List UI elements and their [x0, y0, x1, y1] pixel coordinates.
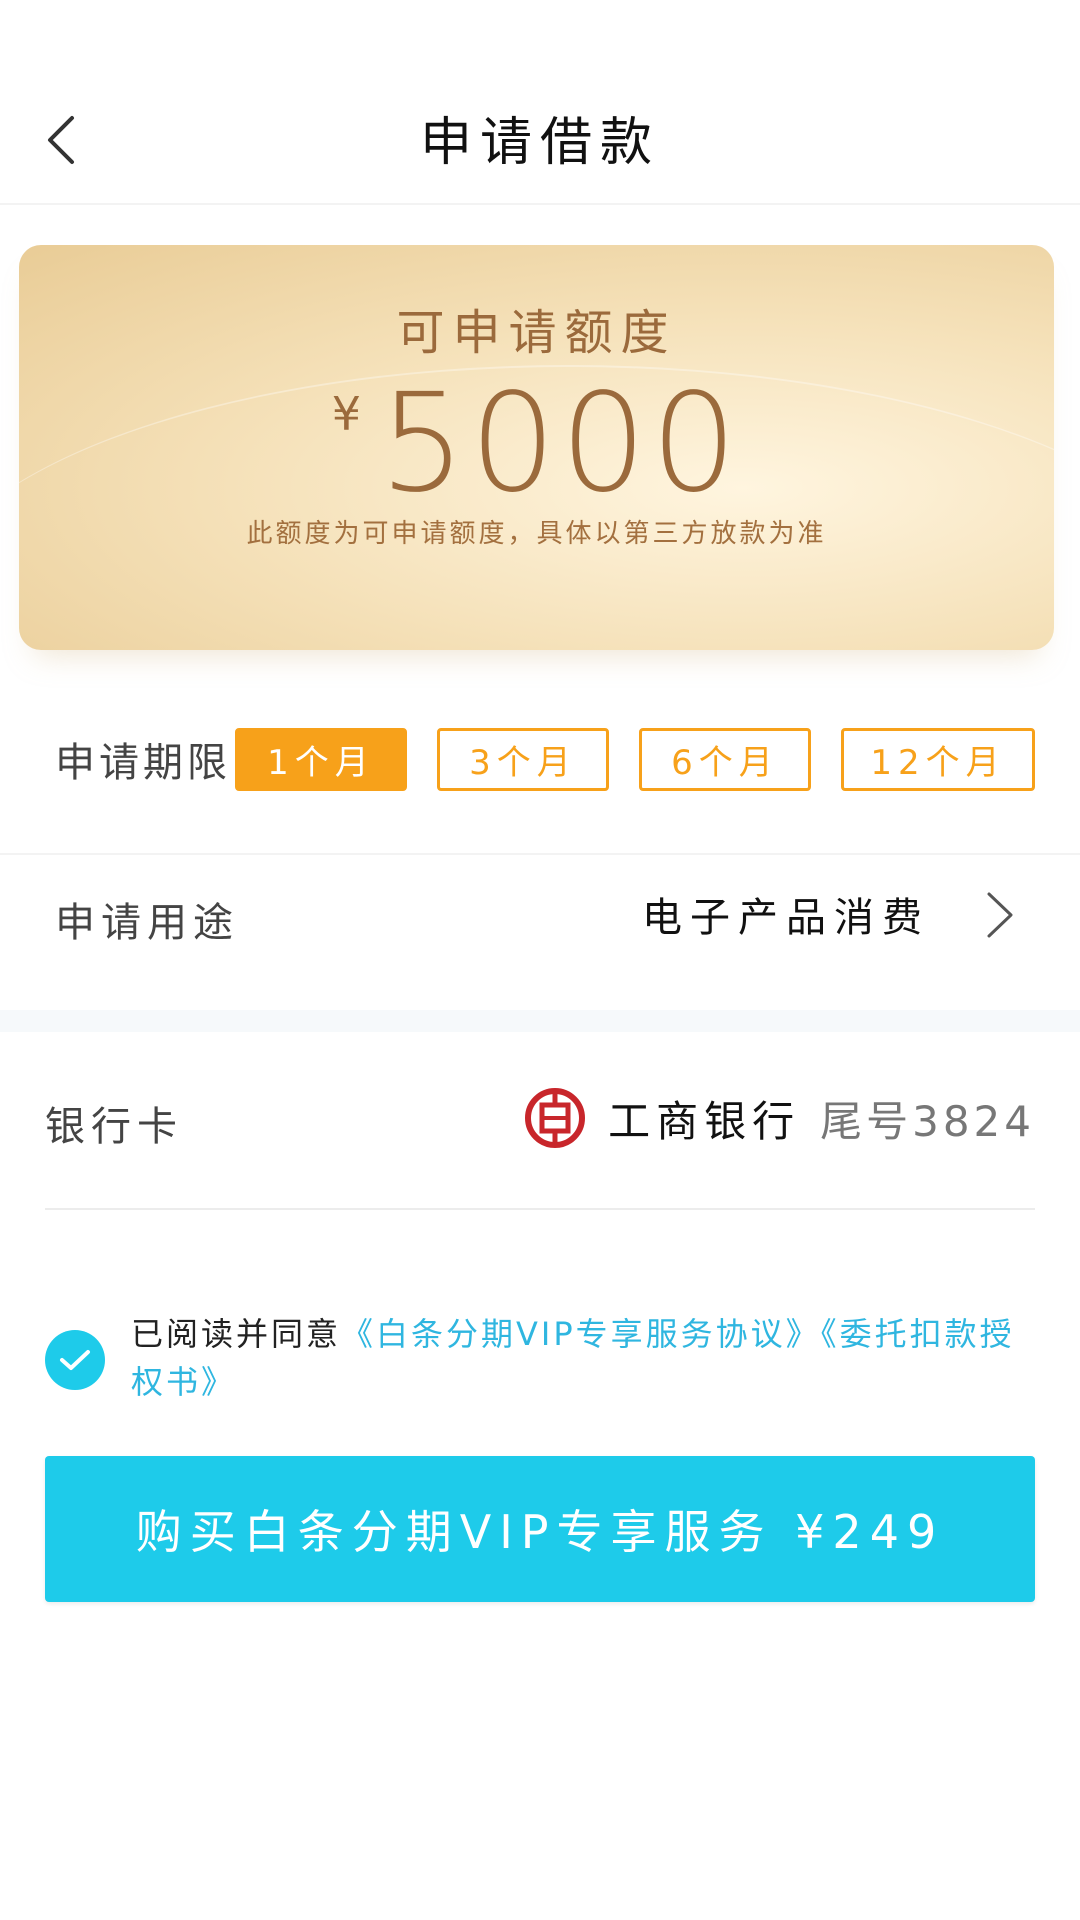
agreement-prefix: 已阅读并同意: [131, 1315, 342, 1353]
term-option-12-months[interactable]: 12个月: [841, 728, 1035, 791]
icbc-logo-icon: [525, 1088, 586, 1148]
quota-value: 5000: [379, 365, 742, 523]
page-title: 申请借款: [419, 113, 660, 173]
section-divider: [0, 1010, 1080, 1032]
quota-note: 此额度为可申请额度，具体以第三方放款为准: [246, 519, 827, 549]
term-row: 申请期限 1个月 3个月 6个月 12个月: [0, 690, 1080, 855]
bank-card-row[interactable]: 银行卡 工商银行 尾号3824: [45, 1032, 1035, 1210]
bank-label: 银行卡: [45, 1104, 183, 1150]
term-option-6-months[interactable]: 6个月: [639, 728, 811, 791]
chevron-right-icon: [987, 892, 1013, 938]
bank-card-tail: 尾号3824: [820, 1096, 1035, 1146]
agreement-row: 已阅读并同意《白条分期VIP专享服务协议》《委托扣款授权书》: [45, 1310, 1035, 1420]
term-label: 申请期限: [55, 740, 231, 786]
quota-label: 可申请额度: [396, 305, 677, 361]
quota-currency: ¥: [331, 387, 362, 441]
purpose-label: 申请用途: [55, 900, 239, 946]
vip-service-agreement-link[interactable]: 《白条分期VIP专享服务协议》: [341, 1315, 821, 1353]
agreement-checkbox[interactable]: [45, 1330, 105, 1390]
quota-card: 可申请额度 ¥5000 此额度为可申请额度，具体以第三方放款为准: [19, 245, 1054, 650]
agreement-text: 已阅读并同意《白条分期VIP专享服务协议》《委托扣款授权书》: [131, 1310, 1041, 1406]
app-header: 申请借款: [0, 0, 1080, 205]
term-option-1-month[interactable]: 1个月: [235, 728, 407, 791]
purpose-value[interactable]: 电子产品消费: [642, 885, 930, 943]
check-icon: [60, 1350, 90, 1370]
bank-info[interactable]: 工商银行 尾号3824: [524, 1087, 1035, 1149]
buy-vip-button[interactable]: 购买白条分期VIP专享服务 ¥249: [45, 1456, 1035, 1602]
purpose-chevron[interactable]: [975, 885, 1025, 945]
quota-amount: ¥5000: [19, 365, 1054, 523]
purpose-row[interactable]: 申请用途 电子产品消费: [0, 855, 1080, 1010]
bank-name: 工商银行: [608, 1096, 801, 1146]
term-option-3-months[interactable]: 3个月: [437, 728, 609, 791]
